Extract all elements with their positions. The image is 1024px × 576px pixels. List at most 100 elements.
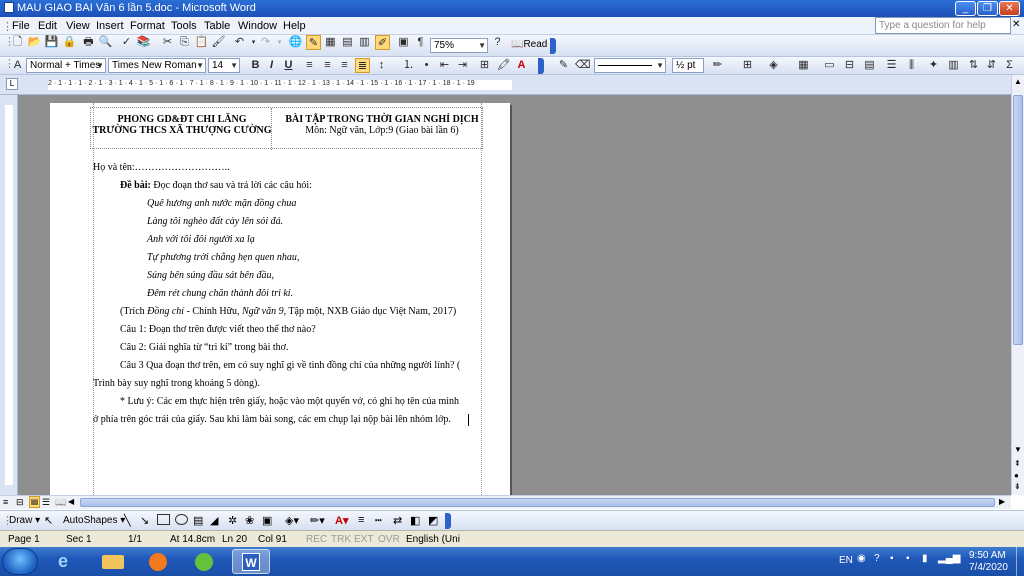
minimize-button[interactable]: _ [955,1,976,16]
distribute-columns-icon[interactable]: ⫼ [904,58,919,73]
new-document-icon[interactable]: 🗋 [10,35,25,50]
show-desktop-button[interactable] [1016,547,1024,576]
insert-table-icon[interactable]: ▦ [796,58,811,73]
web-layout-icon[interactable]: ⊟ [16,497,24,508]
print-icon[interactable]: 🖶 [81,35,96,50]
print-layout-icon[interactable]: ▤ [29,496,40,508]
permission-icon[interactable]: 🔒 [62,35,77,50]
read-button[interactable]: 📖Read [511,39,547,50]
redo-dropdown-icon[interactable]: ▾ [272,35,287,50]
drawing-icon[interactable]: ✐ [375,35,390,50]
arrow-icon[interactable]: ↘ [140,514,149,527]
rectangle-icon[interactable] [157,514,170,525]
style-select[interactable]: Normal + Times ▼ [26,58,106,73]
justify-icon[interactable]: ≣ [355,58,370,73]
menu-format[interactable]: Format [130,20,165,32]
menu-edit[interactable]: Edit [38,20,57,32]
autosum-icon[interactable]: Σ [1002,58,1017,73]
clock-time[interactable]: 9:50 AM [969,550,1006,561]
decrease-indent-icon[interactable]: ⇤ [437,58,452,73]
insert-excel-icon[interactable]: ▤ [340,35,355,50]
shadow-style-icon[interactable]: ◧ [410,514,420,527]
status-rec[interactable]: REC [306,534,327,545]
next-page-icon[interactable]: ⇟ [1014,482,1021,491]
outside-border-icon[interactable]: ⊞ [740,58,755,73]
styles-pane-icon[interactable]: A [10,58,25,73]
line-style-icon[interactable]: ≡ [358,514,364,526]
border-icon[interactable]: ⊞ [477,58,492,73]
border-color-icon[interactable]: ✏ [710,58,725,73]
menu-view[interactable]: View [66,20,90,32]
redo-icon[interactable]: ↷ [258,35,273,50]
draw-menu[interactable]: Draw ▾ [9,515,40,526]
picture-icon[interactable]: ▣ [262,514,272,527]
line-spacing-icon[interactable]: ↕ [374,58,389,73]
format-painter-icon[interactable]: 🖌 [211,35,226,50]
tab-selector-icon[interactable]: L [6,78,18,90]
fill-color-icon[interactable]: ◈▾ [285,514,299,527]
font-color-icon[interactable]: A▾ [335,514,348,527]
horizontal-scrollbar[interactable]: ≡ ⊟ ▤ ☰ 📖 ◀ ▶ [0,495,1011,509]
numbering-icon[interactable]: ⒈ [401,58,416,73]
clock-date[interactable]: 7/4/2020 [969,562,1008,573]
paste-icon[interactable]: 📋 [194,35,209,50]
menu-tools[interactable]: Tools [171,20,197,32]
underline-icon[interactable]: U [281,58,296,73]
research-icon[interactable]: 📚 [136,35,151,50]
undo-icon[interactable]: ↶ [232,35,247,50]
vertical-scrollbar[interactable]: ▲ ▼ ⇞ ● ⇟ [1011,75,1024,495]
text-box-icon[interactable]: ▤ [193,514,203,527]
reading-layout-icon[interactable]: 📖 [55,497,66,508]
scroll-up-icon[interactable]: ▲ [1014,77,1022,86]
zoom-select[interactable]: 75% ▼ [430,38,488,53]
arrow-style-icon[interactable]: ⇄ [393,514,402,527]
menu-window[interactable]: Window [238,20,277,32]
hyperlink-icon[interactable]: 🌐 [288,35,303,50]
merge-cells-icon[interactable]: ▭ [822,58,837,73]
normal-view-icon[interactable]: ≡ [3,497,8,507]
vertical-scroll-thumb[interactable] [1013,95,1023,345]
line-icon[interactable]: ╲ [124,514,131,527]
restore-button[interactable]: ❐ [977,1,998,16]
align-center-icon[interactable]: ≡ [320,58,335,73]
font-size-select[interactable]: 14 ▼ [208,58,240,73]
toolbar-options-icon[interactable] [538,58,544,74]
tray-icon[interactable]: ▪ [906,553,910,564]
help-icon[interactable]: ? [490,35,505,50]
diagram-icon[interactable]: ✲ [228,514,237,527]
previous-page-icon[interactable]: ⇞ [1014,459,1021,468]
distribute-rows-icon[interactable]: ☰ [884,58,899,73]
print-preview-icon[interactable]: 🔍 [98,35,113,50]
font-select[interactable]: Times New Roman ▼ [108,58,206,73]
toolbar-options-icon[interactable] [550,38,556,54]
autofit-icon[interactable]: ▥ [946,58,961,73]
line-style-select[interactable]: ▼ [594,58,666,73]
language-bar-icon[interactable]: ◉ [857,553,866,564]
status-ovr[interactable]: OVR [378,534,400,545]
line-weight-select[interactable]: ½ pt [672,58,704,73]
cut-icon[interactable]: ✂ [160,35,175,50]
network-icon[interactable]: ▂▄▆ [938,553,960,564]
scroll-left-icon[interactable]: ◀ [68,497,74,506]
clip-art-icon[interactable]: ❀ [245,514,254,527]
copy-icon[interactable]: ⎘ [177,35,192,50]
menu-help[interactable]: Help [283,20,306,32]
horizontal-scroll-thumb[interactable] [80,498,995,507]
horizontal-ruler[interactable]: L 2 · 1 · 1 · 1 · 2 · 1 · 3 · 1 · 4 · 1 … [0,75,1024,95]
menu-table[interactable]: Table [204,20,230,32]
split-cells-icon[interactable]: ⊟ [842,58,857,73]
document-map-icon[interactable]: ▣ [396,35,411,50]
tray-icon[interactable]: ▪ [890,553,894,564]
draw-table-icon[interactable]: ✎ [556,58,571,73]
document-page[interactable]: PHONG GD&ĐT CHI LĂNG TRƯỜNG THCS XÃ THƯỢ… [50,103,510,495]
scroll-right-icon[interactable]: ▶ [999,497,1005,506]
app-icon[interactable] [186,549,224,574]
insert-table-icon[interactable]: ▦ [323,35,338,50]
align-cell-icon[interactable]: ▤ [862,58,877,73]
wordart-icon[interactable]: ◢ [210,514,218,527]
media-player-icon[interactable] [140,549,178,574]
vertical-ruler[interactable] [0,95,18,495]
oval-icon[interactable] [175,514,188,525]
tables-borders-icon[interactable]: ✎ [306,35,321,50]
table-autoformat-icon[interactable]: ✦ [926,58,941,73]
